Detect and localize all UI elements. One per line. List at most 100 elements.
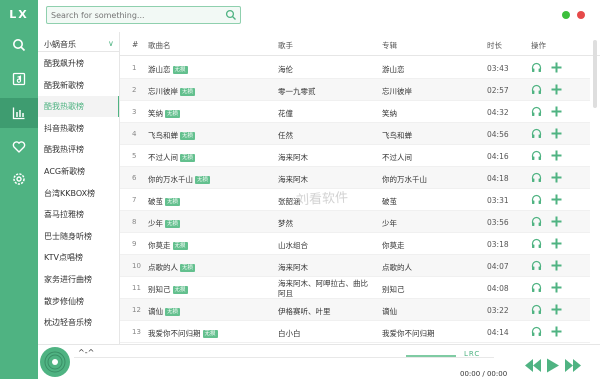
singer-name[interactable]: 梦然 (278, 218, 293, 229)
scrollbar[interactable] (592, 32, 598, 344)
chevron-down-icon[interactable]: ∨ (108, 39, 114, 48)
headphones-icon[interactable] (531, 216, 542, 227)
close-button[interactable] (577, 11, 585, 19)
table-row[interactable]: 13 我爱你不问归期 无损 白小白 我爱你不问归期 04:14 (120, 321, 590, 343)
song-name[interactable]: 少年 无损 (148, 218, 181, 229)
add-icon[interactable] (551, 304, 562, 315)
table-row[interactable]: 4 飞鸟和蝉 无损 任然 飞鸟和蝉 04:56 (120, 123, 590, 145)
album-name[interactable]: 笑纳 (382, 108, 397, 119)
lrc-toggle[interactable]: LRC (464, 350, 480, 358)
song-name[interactable]: 我爱你不问归期 无损 (148, 328, 218, 339)
add-icon[interactable] (551, 282, 562, 293)
add-icon[interactable] (551, 326, 562, 337)
progress-bar[interactable] (74, 357, 494, 358)
song-name[interactable]: 飞鸟和蝉 无损 (148, 130, 196, 141)
album-name[interactable]: 别知己 (382, 284, 405, 295)
singer-name[interactable]: 海来阿木、阿呷拉古、曲比阿且 (278, 279, 374, 299)
headphones-icon[interactable] (531, 260, 542, 271)
search-input[interactable] (51, 10, 221, 21)
headphones-icon[interactable] (531, 282, 542, 293)
table-row[interactable]: 3 笑纳 无损 花僮 笑纳 04:32 (120, 101, 590, 123)
headphones-icon[interactable] (531, 326, 542, 337)
song-name[interactable]: 破茧 无损 (148, 196, 181, 207)
album-name[interactable]: 飞鸟和蝉 (382, 130, 412, 141)
table-row[interactable]: 10 点歌的人 无损 海来阿木 点歌的人 04:07 (120, 255, 590, 277)
headphones-icon[interactable] (531, 106, 542, 117)
singer-name[interactable]: 海伦 (278, 64, 293, 75)
headphones-icon[interactable] (531, 84, 542, 95)
table-row[interactable]: 12 谪仙 无损 伊格赛听、叶里 谪仙 03:22 (120, 299, 590, 321)
singer-name[interactable]: 白小白 (278, 328, 301, 339)
scrollbar-thumb[interactable] (593, 40, 597, 108)
add-icon[interactable] (551, 84, 562, 95)
table-row[interactable]: 7 破茧 无损 张韶涵 破茧 03:31 (120, 189, 590, 211)
table-row[interactable]: 5 不过人间 无损 海来阿木 不过人间 04:16 (120, 145, 590, 167)
headphones-icon[interactable] (531, 304, 542, 315)
chart-list-item[interactable]: KTV点唱榜 (38, 247, 119, 268)
singer-name[interactable]: 山水组合 (278, 240, 308, 251)
add-icon[interactable] (551, 150, 562, 161)
album-name[interactable]: 你莫走 (382, 240, 405, 251)
search-icon[interactable] (225, 9, 237, 21)
volume-slider[interactable] (406, 355, 456, 357)
add-icon[interactable] (551, 216, 562, 227)
album-name[interactable]: 谪仙 (382, 306, 397, 317)
album-name[interactable]: 不过人间 (382, 152, 412, 163)
chart-list-item[interactable]: ACG新歌榜 (38, 161, 119, 182)
song-name[interactable]: 笑纳 无损 (148, 108, 181, 119)
search-icon[interactable] (0, 30, 38, 60)
chart-list-item[interactable]: 巴士随身听榜 (38, 226, 119, 247)
chart-list-item[interactable]: 酷我飙升榜 (38, 53, 119, 74)
song-name[interactable]: 忘川彼岸 无损 (148, 86, 196, 97)
album-name[interactable]: 游山恋 (382, 64, 405, 75)
singer-name[interactable]: 花僮 (278, 108, 293, 119)
heart-icon[interactable] (0, 132, 38, 162)
headphones-icon[interactable] (531, 150, 542, 161)
chart-list-item[interactable]: 台湾KKBOX榜 (38, 183, 119, 204)
album-name[interactable]: 忘川彼岸 (382, 86, 412, 97)
chart-list-item[interactable]: 喜马拉雅榜 (38, 204, 119, 225)
album-name[interactable]: 你的万水千山 (382, 174, 427, 185)
table-row[interactable]: 1 游山恋 无损 海伦 游山恋 03:43 (120, 57, 590, 79)
song-name[interactable]: 你的万水千山 无损 (148, 174, 211, 185)
source-selector[interactable]: 小蜗音乐 (44, 39, 76, 50)
previous-icon[interactable] (524, 358, 542, 373)
music-note-icon[interactable] (0, 64, 38, 94)
table-row[interactable]: 9 你莫走 无损 山水组合 你莫走 03:18 (120, 233, 590, 255)
headphones-icon[interactable] (531, 194, 542, 205)
song-name[interactable]: 点歌的人 无损 (148, 262, 196, 273)
add-icon[interactable] (551, 106, 562, 117)
play-icon[interactable] (546, 358, 560, 373)
chart-icon[interactable] (0, 98, 38, 128)
minimize-button[interactable] (562, 11, 570, 19)
song-name[interactable]: 不过人间 无损 (148, 152, 196, 163)
headphones-icon[interactable] (531, 62, 542, 73)
table-row[interactable]: 6 你的万水千山 无损 海来阿木 你的万水千山 04:18 (120, 167, 590, 189)
headphones-icon[interactable] (531, 238, 542, 249)
album-name[interactable]: 我爱你不问归期 (382, 328, 435, 339)
add-icon[interactable] (551, 128, 562, 139)
chart-list-item[interactable]: 酷我新歌榜 (38, 75, 119, 96)
table-row[interactable]: 11 别知己 无损 海来阿木、阿呷拉古、曲比阿且 别知己 04:08 (120, 277, 590, 299)
table-row[interactable]: 8 少年 无损 梦然 少年 03:56 (120, 211, 590, 233)
headphones-icon[interactable] (531, 128, 542, 139)
add-icon[interactable] (551, 172, 562, 183)
album-name[interactable]: 少年 (382, 218, 397, 229)
chart-list-item[interactable]: 抖音热歌榜 (38, 118, 119, 139)
song-name[interactable]: 别知己 无损 (148, 284, 188, 295)
chart-list-item[interactable]: 家务进行曲榜 (38, 269, 119, 290)
gear-icon[interactable] (0, 164, 38, 194)
next-icon[interactable] (564, 358, 582, 373)
album-disc[interactable] (40, 347, 70, 377)
add-icon[interactable] (551, 62, 562, 73)
chart-list-item[interactable]: 散步修仙榜 (38, 291, 119, 312)
table-row[interactable]: 2 忘川彼岸 无损 零一九零贰 忘川彼岸 02:57 (120, 79, 590, 101)
song-name[interactable]: 你莫走 无损 (148, 240, 188, 251)
add-icon[interactable] (551, 260, 562, 271)
song-name[interactable]: 谪仙 无损 (148, 306, 181, 317)
chart-list-item[interactable]: 枕边轻音乐榜 (38, 312, 119, 333)
singer-name[interactable]: 海来阿木 (278, 262, 308, 273)
singer-name[interactable]: 海来阿木 (278, 152, 308, 163)
singer-name[interactable]: 伊格赛听、叶里 (278, 306, 331, 317)
album-name[interactable]: 点歌的人 (382, 262, 412, 273)
